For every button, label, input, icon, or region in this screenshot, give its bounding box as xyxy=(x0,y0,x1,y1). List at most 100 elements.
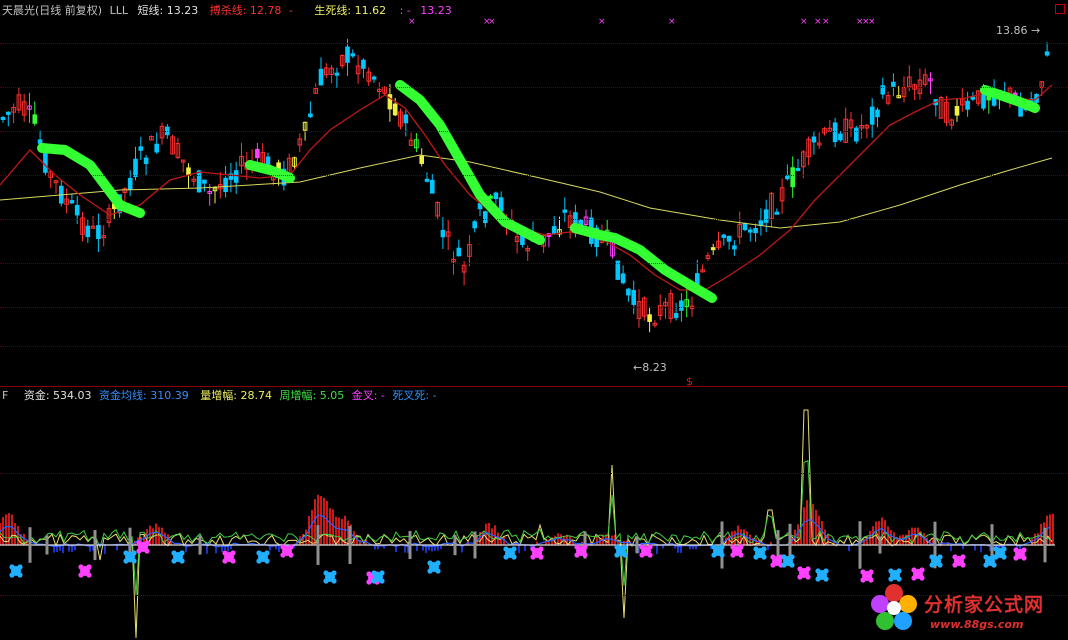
price-gridline xyxy=(0,263,1068,264)
death-cross-value: - xyxy=(432,389,437,402)
death-cross-marker xyxy=(131,550,137,556)
golden-cross-marker xyxy=(366,571,372,577)
price-gridline xyxy=(0,131,1068,132)
extra-value: 13.23 xyxy=(420,4,452,17)
death-cross-marker xyxy=(753,546,759,552)
golden-cross-marker xyxy=(647,552,653,558)
fund-pane-header: F 资金: 534.03 资金均线: 310.39 量增幅: 28.74 周增幅… xyxy=(2,389,437,403)
candle-body xyxy=(790,167,796,188)
pink-x-marker: × xyxy=(814,17,822,27)
vol-growth-label: 量增幅: xyxy=(200,389,237,402)
death-cross-marker xyxy=(993,546,999,552)
golden-cross-marker xyxy=(78,572,84,578)
candle-body xyxy=(43,150,48,173)
death-cross-marker xyxy=(511,554,517,560)
golden-cross-marker xyxy=(738,552,744,558)
death-cross-marker xyxy=(331,570,337,576)
kill-line-value: 12.78 xyxy=(249,4,282,17)
chart-canvas[interactable]: × ×× × × × × × ××× xyxy=(0,0,1068,640)
golden-cross-marker xyxy=(78,564,84,570)
death-cross-marker xyxy=(896,568,902,574)
week-growth-value: 5.05 xyxy=(319,389,345,402)
golden-cross-marker xyxy=(868,569,874,575)
candle-body xyxy=(673,313,679,319)
golden-cross-marker xyxy=(770,554,776,560)
golden-cross-marker xyxy=(797,574,803,580)
death-cross-marker xyxy=(427,568,433,574)
golden-cross-marker xyxy=(797,566,803,572)
death-cross-marker xyxy=(256,558,262,564)
candle-body xyxy=(493,192,499,200)
death-cross-marker xyxy=(991,562,997,568)
candle-body xyxy=(308,113,313,118)
price-gridline xyxy=(0,175,1068,176)
cursor-mark-icon: $ xyxy=(686,375,693,388)
death-cross-marker xyxy=(711,552,717,558)
watermark-url: www.88gs.com xyxy=(930,618,1024,631)
candle-body xyxy=(721,234,727,238)
golden-cross-marker xyxy=(288,544,294,550)
candle-body xyxy=(154,143,159,153)
pink-x-marker: × xyxy=(408,17,416,27)
golden-cross-marker xyxy=(1021,555,1027,561)
candle-body xyxy=(0,117,6,121)
candle-body xyxy=(758,220,764,226)
extra-label: : - xyxy=(399,4,411,17)
death-cross-marker xyxy=(929,562,935,568)
death-cross-marker xyxy=(123,550,129,556)
golden-cross-marker xyxy=(805,566,811,572)
candle-body xyxy=(419,155,424,164)
candle-body xyxy=(970,96,976,100)
high-price-label: 13.86 → xyxy=(996,24,1041,37)
candle-body xyxy=(74,204,80,216)
death-cross-marker xyxy=(511,546,517,552)
death-cross-marker xyxy=(823,568,829,574)
candle-body xyxy=(710,247,716,251)
fund-avg-label: 资金均线: xyxy=(99,389,147,402)
death-cross-marker xyxy=(323,578,329,584)
candle-body xyxy=(679,300,684,311)
golden-cross-marker xyxy=(1013,555,1019,561)
price-gridline xyxy=(0,346,1068,347)
death-cross-marker xyxy=(1001,546,1007,552)
candle-body xyxy=(345,46,350,63)
golden-cross-marker xyxy=(919,567,925,573)
death-cross-marker xyxy=(622,544,628,550)
candle-body xyxy=(440,230,446,238)
candle-body xyxy=(37,139,43,144)
golden-cross-value: - xyxy=(380,389,385,402)
death-cross-marker xyxy=(131,558,137,564)
candle-body xyxy=(869,106,875,125)
death-cross-marker xyxy=(379,570,385,576)
pink-x-marker: × xyxy=(868,17,876,27)
candle-body xyxy=(334,72,340,76)
golden-cross-marker xyxy=(805,574,811,580)
maximize-button[interactable] xyxy=(1055,4,1065,14)
candle-body xyxy=(726,235,732,242)
death-cross-marker xyxy=(815,576,821,582)
fund-avg-value: 310.39 xyxy=(150,389,189,402)
golden-cross-marker xyxy=(230,558,236,564)
high-price-value: 13.86 xyxy=(996,24,1028,37)
pink-x-marker: × xyxy=(598,17,606,27)
pink-x-marker: × xyxy=(668,17,676,27)
death-cross-marker xyxy=(719,544,725,550)
death-cross-marker xyxy=(264,558,270,564)
golden-cross-marker xyxy=(288,552,294,558)
price-gridline xyxy=(0,307,1068,308)
stock-chart-window: × × × × × × × × × × × 天晨光(日线 前复权) LLL 短线: 13.23 搏杀… xyxy=(0,0,1068,640)
death-cross-marker xyxy=(435,560,441,566)
candle-body xyxy=(32,114,38,124)
death-cross-marker xyxy=(503,554,509,560)
candle-body xyxy=(785,175,790,180)
golden-cross-marker xyxy=(574,544,580,550)
candle-body xyxy=(483,211,488,224)
candle-body xyxy=(361,59,366,69)
low-price-label: ←8.23 xyxy=(633,361,667,374)
golden-cross-marker xyxy=(738,544,744,550)
death-cross-marker xyxy=(761,546,767,552)
death-cross-marker xyxy=(622,552,628,558)
death-cross-marker xyxy=(17,572,23,578)
golden-cross-label: 金叉: xyxy=(351,389,378,402)
candle-body xyxy=(811,136,817,143)
